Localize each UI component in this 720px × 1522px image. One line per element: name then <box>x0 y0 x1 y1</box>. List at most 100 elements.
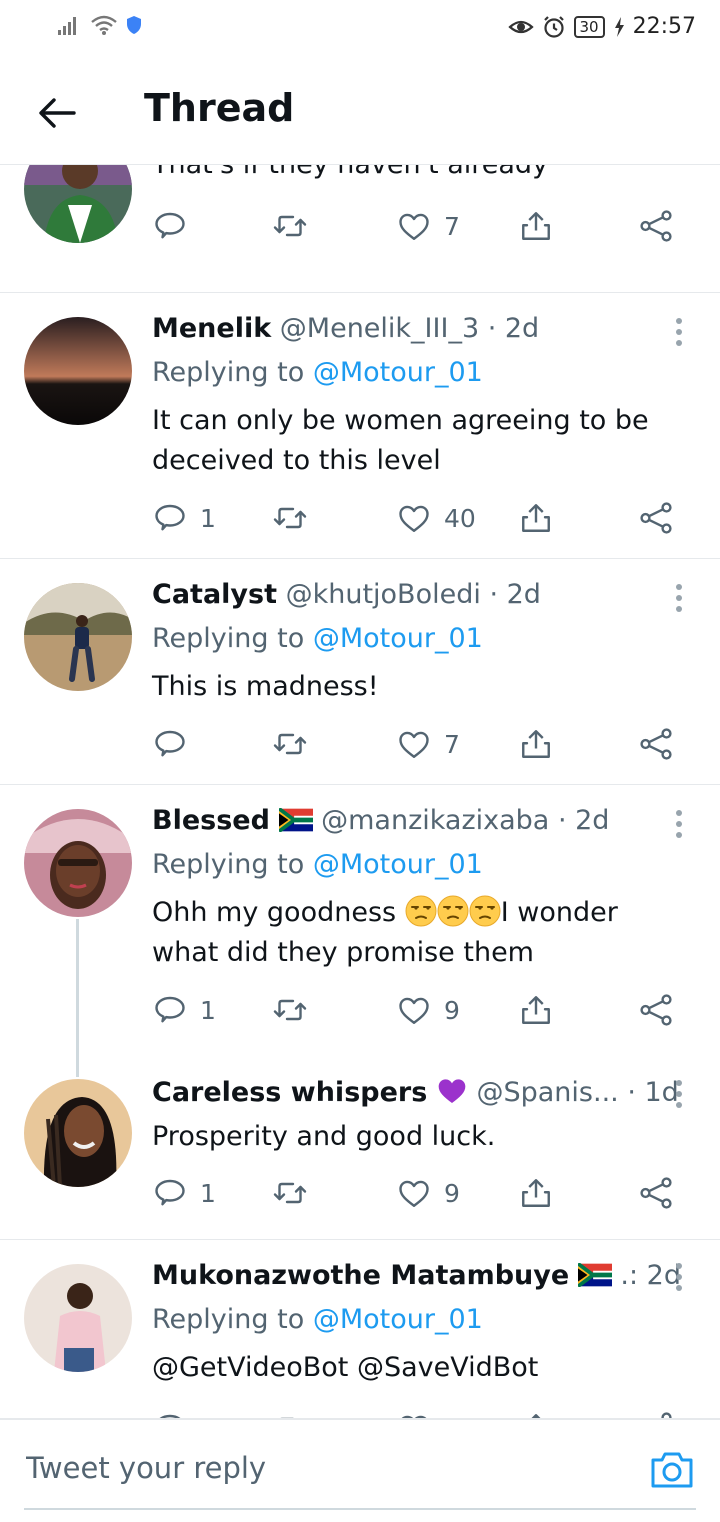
replying-to: Replying to @Motour_01 <box>152 623 483 654</box>
handle[interactable]: @khutjoBoledi <box>286 579 481 610</box>
share-network-icon <box>638 500 674 536</box>
retweet-icon <box>272 1410 308 1418</box>
more-icon <box>666 315 692 349</box>
replying-to-label: Replying to <box>152 849 305 880</box>
display-name[interactable]: Blessed <box>152 805 270 836</box>
eye-icon <box>507 20 534 33</box>
more-options-button[interactable] <box>666 1077 692 1111</box>
like-button[interactable]: 9 <box>396 990 460 1030</box>
share-button[interactable] <box>518 724 554 764</box>
reply-input[interactable] <box>24 1442 588 1494</box>
like-icon <box>396 1175 432 1211</box>
reply-button[interactable]: 1 <box>152 990 216 1030</box>
south-africa-flag <box>578 1263 612 1287</box>
handle[interactable]: @manzikazixaba <box>321 805 549 836</box>
retweet-icon <box>272 500 308 536</box>
clock: 22:57 <box>632 14 696 39</box>
retweet-button[interactable] <box>272 1408 308 1418</box>
retweet-button[interactable] <box>272 1173 308 1213</box>
reply-count: 1 <box>200 995 216 1025</box>
tweet-text-part: Ohh my goodness <box>152 897 397 928</box>
like-button[interactable]: 9 <box>396 1173 460 1213</box>
tweet[interactable]: Careless whispers @Spanis... · 1d Prospe… <box>0 1055 720 1238</box>
replying-to-link[interactable]: @Motour_01 <box>313 1304 483 1335</box>
display-name[interactable]: Mukonazwothe Matambuye <box>152 1260 569 1291</box>
like-icon <box>396 726 432 762</box>
handle[interactable]: @Spanis... <box>476 1077 618 1108</box>
tweet-author: Catalyst @khutjoBoledi · 2d <box>152 579 541 619</box>
share-via-button[interactable] <box>638 1173 674 1213</box>
more-options-button[interactable] <box>666 581 692 615</box>
avatar[interactable] <box>24 317 132 425</box>
reply-button[interactable]: 1 <box>152 498 216 538</box>
share-via-button[interactable] <box>638 724 674 764</box>
share-via-button[interactable] <box>638 498 674 538</box>
share-icon <box>518 726 554 762</box>
like-icon <box>396 500 432 536</box>
tweet-text: That's if they haven't already <box>152 165 672 185</box>
reply-button[interactable]: 1 <box>152 1173 216 1213</box>
back-arrow-icon[interactable] <box>34 90 80 136</box>
tweet[interactable]: Blessed @manzikazixaba · 2d Replying to … <box>0 785 720 1055</box>
more-icon <box>666 1077 692 1111</box>
share-button[interactable] <box>518 498 554 538</box>
reply-button[interactable] <box>152 206 188 246</box>
retweet-button[interactable] <box>272 498 308 538</box>
like-icon <box>396 992 432 1028</box>
reply-icon <box>152 726 188 762</box>
more-options-button[interactable] <box>666 315 692 349</box>
like-count: 40 <box>444 503 476 533</box>
tweet[interactable]: That's if they haven't already 7 <box>0 165 720 292</box>
display-name[interactable]: Catalyst <box>152 579 277 610</box>
like-button[interactable] <box>396 1408 432 1418</box>
avatar[interactable] <box>24 1264 132 1372</box>
share-network-icon <box>638 1410 674 1418</box>
replying-to-link[interactable]: @Motour_01 <box>313 623 483 654</box>
reply-button[interactable] <box>152 1408 188 1418</box>
tweet[interactable]: Menelik @Menelik_III_3 · 2d Replying to … <box>0 293 720 558</box>
like-button[interactable]: 40 <box>396 498 476 538</box>
display-name[interactable]: Careless whispers <box>152 1077 427 1108</box>
like-button[interactable]: 7 <box>396 724 460 764</box>
share-icon <box>518 992 554 1028</box>
tweet-author: Blessed @manzikazixaba · 2d <box>152 805 609 845</box>
reply-button[interactable] <box>152 724 188 764</box>
replying-to-link[interactable]: @Motour_01 <box>313 357 483 388</box>
retweet-button[interactable] <box>272 206 308 246</box>
retweet-button[interactable] <box>272 990 308 1030</box>
share-via-button[interactable] <box>638 206 674 246</box>
tweet[interactable]: Catalyst @khutjoBoledi · 2d Replying to … <box>0 559 720 784</box>
avatar[interactable] <box>24 1079 132 1187</box>
thread-header: Thread <box>0 64 720 165</box>
like-button[interactable]: 7 <box>396 206 460 246</box>
share-via-button[interactable] <box>638 1408 674 1418</box>
avatar[interactable] <box>24 809 132 917</box>
thread-feed[interactable]: That's if they haven't already 7 Menelik… <box>0 165 720 1418</box>
south-africa-flag <box>279 808 313 832</box>
handle[interactable]: @Menelik_III_3 <box>280 313 479 344</box>
display-name[interactable]: Menelik <box>152 313 271 344</box>
camera-icon[interactable] <box>650 1448 694 1490</box>
share-button[interactable] <box>518 1173 554 1213</box>
more-options-button[interactable] <box>666 807 692 841</box>
more-options-button[interactable] <box>666 1260 692 1294</box>
tweet-actions <box>152 1408 692 1418</box>
shield-icon <box>127 16 141 34</box>
share-via-button[interactable] <box>638 990 674 1030</box>
avatar[interactable] <box>24 165 132 243</box>
tweet-actions: 7 <box>152 206 692 246</box>
tweet-mentions[interactable]: @GetVideoBot @SaveVidBot <box>152 1348 672 1388</box>
wifi-icon <box>91 15 117 35</box>
share-button[interactable] <box>518 1408 554 1418</box>
tweet-actions: 1 9 <box>152 1173 692 1213</box>
share-button[interactable] <box>518 206 554 246</box>
replying-to-link[interactable]: @Motour_01 <box>313 849 483 880</box>
tweet[interactable]: Mukonazwothe Matambuye .: 2d Replying to… <box>0 1240 720 1418</box>
timestamp: · 2d <box>487 313 540 344</box>
retweet-button[interactable] <box>272 724 308 764</box>
handle[interactable]: .: <box>620 1260 638 1291</box>
like-icon <box>396 1410 432 1418</box>
share-network-icon <box>638 208 674 244</box>
avatar[interactable] <box>24 583 132 691</box>
share-button[interactable] <box>518 990 554 1030</box>
